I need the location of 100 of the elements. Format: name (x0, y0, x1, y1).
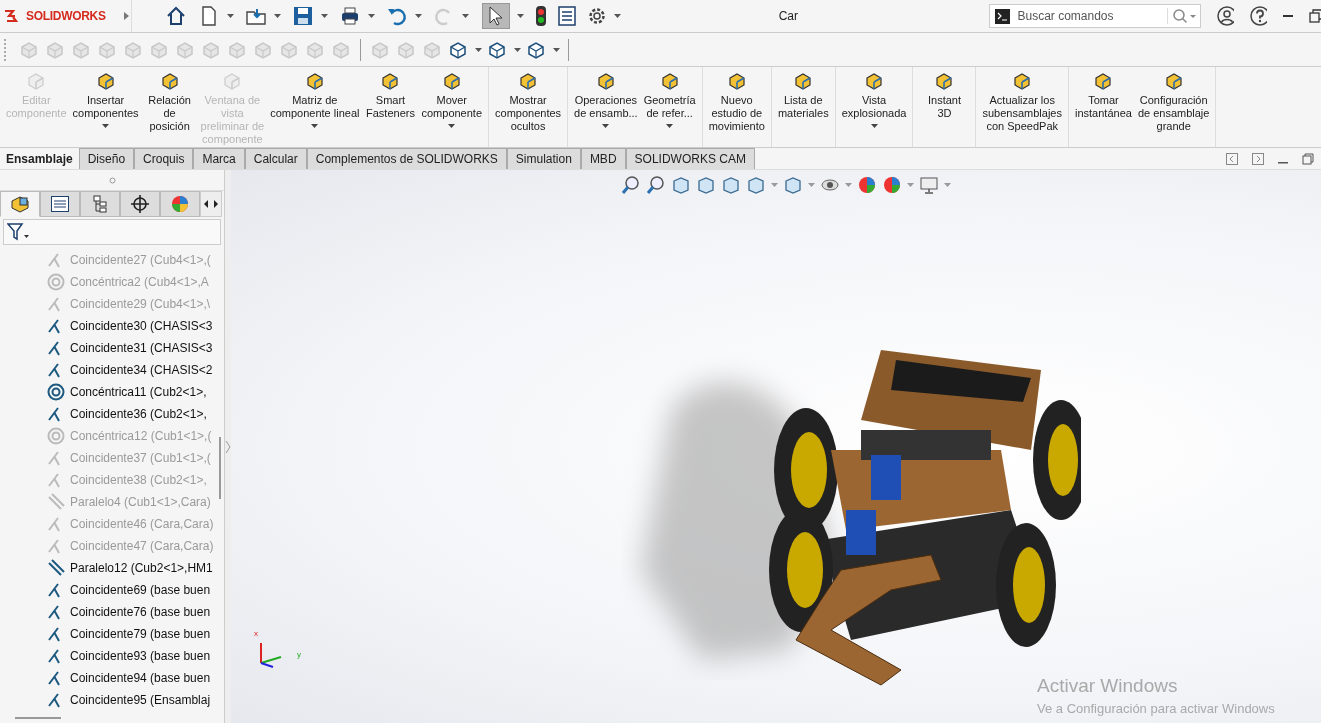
caret-icon[interactable] (414, 14, 422, 18)
cube-icon (793, 71, 814, 91)
caret-icon[interactable] (367, 14, 375, 18)
panel-tab[interactable] (0, 191, 40, 217)
user-icon[interactable] (1217, 6, 1235, 26)
mate-item[interactable]: Coincidente93 (base buen (0, 645, 216, 667)
panel-tab[interactable] (80, 191, 120, 217)
select-button[interactable] (481, 3, 510, 29)
ribbon-tab[interactable]: Diseño (78, 148, 135, 169)
feature-tool-icon[interactable] (487, 39, 507, 60)
crosshair-icon (131, 195, 149, 213)
ribbon-button[interactable]: Matriz de componente lineal (267, 67, 363, 147)
caret-icon[interactable] (320, 14, 328, 18)
caret-icon[interactable] (461, 14, 469, 18)
appearance-icon[interactable] (857, 175, 877, 195)
restore-icon[interactable] (1309, 9, 1321, 23)
zoom-fit-icon[interactable] (621, 175, 641, 195)
parallel-mate-icon (47, 559, 65, 577)
pointer-icon (488, 6, 503, 26)
dynamic-annotation-icon[interactable] (721, 175, 741, 195)
cube-icon (864, 71, 885, 91)
cube-icon (518, 71, 539, 91)
grip-dot-icon[interactable] (108, 176, 116, 184)
concentric-mate-icon (47, 427, 65, 445)
cube-icon (222, 71, 243, 91)
caret-icon[interactable] (226, 14, 234, 18)
cube-icon (380, 71, 401, 91)
mate-item[interactable]: Concéntrica11 (Cub2<1>, (0, 381, 216, 403)
ribbon-button[interactable]: Tomar instantánea (1072, 67, 1135, 147)
caret-icon[interactable] (514, 47, 521, 52)
caret-icon[interactable] (516, 14, 524, 18)
mate-item[interactable]: Paralelo12 (Cub2<1>,HM1 (0, 557, 216, 579)
scene-icon[interactable] (882, 175, 902, 195)
mate-item[interactable]: Coincidente94 (base buen (0, 667, 216, 689)
traffic-light-icon[interactable] (534, 6, 547, 26)
ribbon-button[interactable]: Nuevo estudio de movimiento (705, 67, 768, 147)
ribbon-button[interactable]: Mover componente (418, 67, 486, 147)
panel-tab[interactable] (120, 191, 160, 217)
splitter-handle-icon[interactable] (225, 439, 231, 454)
scrollbar-thumb[interactable] (15, 717, 61, 719)
feature-tool-icon[interactable] (448, 39, 468, 60)
mate-item[interactable]: Coincidente69 (base buen (0, 579, 216, 601)
panel-tab[interactable] (40, 191, 80, 217)
ribbon-button[interactable]: Smart Fasteners (362, 67, 419, 147)
cube-icon (1093, 71, 1114, 91)
minimize-icon[interactable] (1283, 14, 1294, 18)
ribbon-button[interactable]: Instant 3D (916, 67, 973, 147)
save-icon[interactable] (291, 5, 314, 27)
mate-item[interactable]: Coincidente79 (base buen (0, 623, 216, 645)
caret-icon[interactable] (475, 47, 482, 52)
panel-right-icon[interactable] (1252, 152, 1264, 165)
ribbon-button[interactable]: Geometría de refer... (640, 67, 699, 147)
ribbon-tab[interactable]: Complementos de SOLIDWORKS (306, 148, 507, 169)
ribbon-button[interactable]: Lista de materiales (774, 67, 832, 147)
mate-item[interactable]: Coincidente31 (CHASIS<3 (0, 337, 216, 359)
ribbon-tab[interactable]: Marca (193, 148, 245, 169)
mate-item[interactable]: Coincidente95 (Ensamblaj (0, 689, 216, 711)
filter-icon (7, 223, 29, 241)
display-style-icon[interactable] (783, 175, 803, 195)
section-view-icon[interactable] (696, 175, 716, 195)
ribbon-tab[interactable]: Croquis (134, 148, 194, 169)
caret-icon[interactable] (553, 47, 560, 52)
ribbon-tab[interactable]: Simulation (506, 148, 581, 169)
restore-icon[interactable] (1302, 152, 1314, 165)
concentric-mate-icon (47, 383, 65, 401)
filter-field[interactable] (3, 219, 221, 245)
feature-tool-icon[interactable] (526, 39, 546, 60)
ribbon-tab[interactable]: Calcular (244, 148, 307, 169)
ribbon-button[interactable]: Operaciones de ensamb... (571, 67, 641, 147)
search-box[interactable]: Buscar comandos (989, 4, 1202, 28)
parallel-mate-icon (47, 493, 65, 511)
cube-icon (659, 71, 680, 91)
ribbon-button[interactable]: Insertar componentes (69, 67, 142, 147)
scrollbar-thumb[interactable] (219, 437, 221, 499)
ribbon-button[interactable]: Configuración de ensamblaje grande (1134, 67, 1213, 147)
caret-icon[interactable] (613, 14, 621, 18)
previous-view-icon[interactable] (671, 175, 691, 195)
caret-icon[interactable] (273, 14, 281, 18)
app-logo: SOLIDWORKS (26, 9, 106, 23)
list-icon[interactable] (557, 6, 576, 26)
property-list-icon (51, 196, 69, 212)
view-orientation-icon[interactable] (746, 175, 766, 195)
ribbon-button[interactable]: Mostrar componentes ocultos (492, 67, 565, 147)
help-icon[interactable] (1250, 6, 1268, 26)
settings-icon[interactable] (586, 6, 607, 26)
zoom-area-icon[interactable] (646, 175, 666, 195)
ribbon-tab[interactable]: SOLIDWORKS CAM (625, 148, 755, 169)
ribbon-button[interactable]: Vista explosionada (838, 67, 910, 147)
ribbon-tab[interactable]: MBD (580, 148, 626, 169)
ribbon-button[interactable]: Relación de posición (141, 67, 198, 147)
mate-item[interactable]: Coincidente34 (CHASIS<2 (0, 359, 216, 381)
expand-arrow-icon[interactable] (122, 11, 131, 21)
graphics-viewport[interactable]: x y Activar Windows Ve a Configuración para activar Windows (231, 170, 1321, 723)
mate-item[interactable]: Coincidente30 (CHASIS<3 (0, 315, 216, 337)
mate-item[interactable]: Coincidente36 (Cub2<1>, (0, 403, 216, 425)
panel-left-icon[interactable] (1226, 152, 1238, 165)
ribbon-button[interactable]: Actualizar los subensamblajes con SpeedPak (979, 67, 1065, 147)
display-settings-icon[interactable] (919, 175, 939, 195)
mate-item[interactable]: Coincidente76 (base buen (0, 601, 216, 623)
cube-icon (159, 71, 180, 91)
